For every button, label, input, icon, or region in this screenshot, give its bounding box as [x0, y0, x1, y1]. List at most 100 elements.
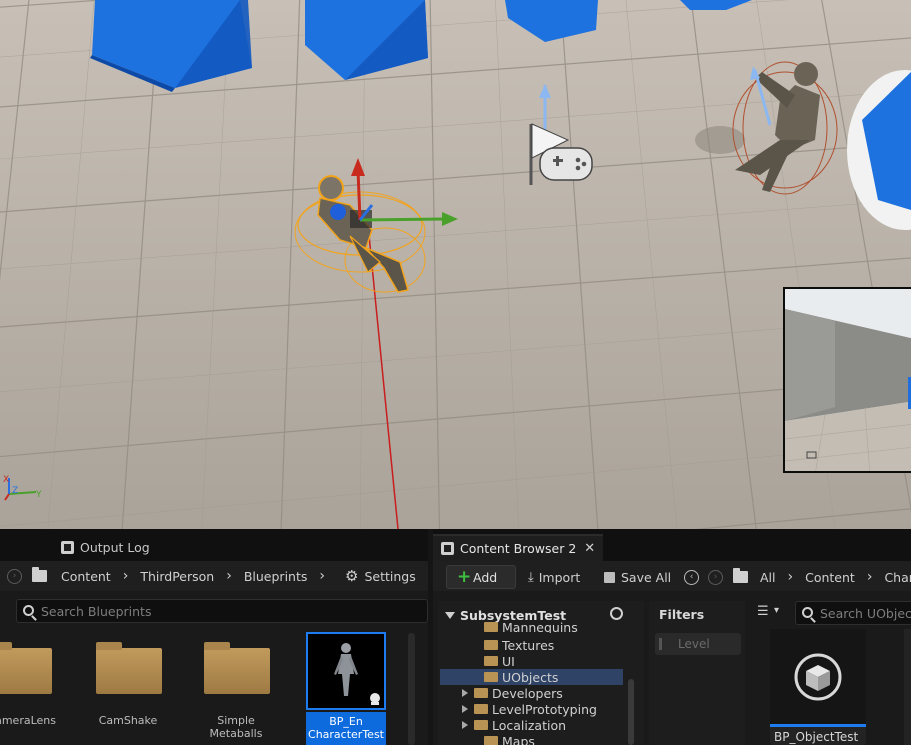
- folder-icon: [484, 736, 498, 745]
- search-placeholder: Search Blueprints: [41, 603, 152, 619]
- asset-label: Simple Metaballs: [209, 714, 263, 740]
- tab-content-browser-2[interactable]: Content Browser 2 ✕: [433, 534, 604, 561]
- tree-item-label: UObjects: [502, 669, 559, 685]
- tree-item[interactable]: LevelPrototyping: [462, 701, 597, 717]
- object-cube-icon: [794, 653, 842, 701]
- close-icon[interactable]: ✕: [584, 541, 595, 556]
- forward-icon[interactable]: ›: [7, 568, 22, 584]
- folder-icon: [474, 704, 488, 714]
- breadcrumb-content[interactable]: Content: [805, 570, 855, 585]
- axis-x-label: X: [3, 475, 9, 485]
- search-blueprints-input[interactable]: Search Blueprints: [16, 599, 428, 623]
- scene-render[interactable]: X Y Z: [0, 0, 911, 529]
- search-icon[interactable]: [610, 607, 623, 620]
- expand-arrow-icon[interactable]: [462, 689, 468, 697]
- tree-scrollbar[interactable]: [628, 679, 634, 745]
- editor-window: X Y Z Output Log › Content › ThirdPerson…: [0, 0, 911, 745]
- asset-label: ameraLens: [0, 714, 56, 727]
- axis-z-label: Z: [12, 486, 18, 496]
- folder-thumb: [196, 632, 276, 710]
- asset-tile-selected[interactable]: BP_En CharacterTest: [306, 632, 386, 745]
- tree-item-label: Developers: [492, 685, 563, 701]
- expand-arrow-icon[interactable]: [462, 721, 468, 729]
- folder-icon[interactable]: [32, 567, 47, 582]
- chevron-right-icon[interactable]: ›: [226, 568, 232, 584]
- asset-label: BP_ObjectTest: [774, 730, 859, 744]
- chevron-right-icon[interactable]: ›: [867, 569, 873, 585]
- tree-item-label: Mannequins: [502, 621, 578, 633]
- tab-label: Content Browser 2: [460, 541, 577, 556]
- breadcrumb-thirdperson[interactable]: ThirdPerson: [140, 569, 214, 584]
- expand-arrow-icon[interactable]: [462, 705, 468, 713]
- mannequin-icon: [334, 643, 380, 705]
- search-icon: [802, 607, 813, 618]
- settings-button[interactable]: Settings: [364, 569, 415, 584]
- chevron-down-icon[interactable]: ▾: [774, 605, 779, 616]
- import-label: Import: [538, 569, 581, 585]
- chevron-right-icon[interactable]: ›: [319, 568, 325, 584]
- history-nav: ‹ › All › Content › Char: [684, 567, 911, 587]
- search-uobjects-input[interactable]: Search UObjects: [795, 601, 911, 625]
- filters-title: Filters: [659, 607, 705, 622]
- tree-item[interactable]: Localization: [462, 717, 566, 733]
- search-placeholder: Search UObjects: [820, 605, 911, 621]
- filter-chip-label: Level: [678, 637, 710, 651]
- tree-item[interactable]: Mannequins: [484, 621, 578, 633]
- folder-tree: SubsystemTest Mannequins Textures UI UOb…: [438, 601, 644, 745]
- import-icon: ⤓: [528, 569, 534, 585]
- breadcrumb-char[interactable]: Char: [884, 570, 911, 585]
- left-scrollbar[interactable]: [408, 633, 415, 745]
- left-breadcrumb-bar: › Content › ThirdPerson › Blueprints › ⚙…: [0, 561, 428, 591]
- asset-tile[interactable]: Simple Metaballs: [196, 632, 276, 745]
- left-content-browser: Output Log › Content › ThirdPerson › Blu…: [0, 529, 428, 745]
- tree-item[interactable]: Textures: [484, 637, 554, 653]
- gear-icon[interactable]: ⚙: [345, 567, 358, 585]
- tree-item-label: Maps: [502, 733, 535, 745]
- asset-tile[interactable]: CamShake: [88, 632, 168, 745]
- tree-item-label: LevelPrototyping: [492, 701, 597, 717]
- back-icon[interactable]: ‹: [684, 569, 699, 585]
- tree-item[interactable]: Maps: [484, 733, 535, 745]
- asset-type-bar: [770, 724, 866, 727]
- folder-icon: [484, 672, 498, 682]
- folder-icon: [474, 688, 488, 698]
- folder-icon: [484, 622, 498, 632]
- folder-icon: [96, 642, 162, 694]
- filter-icon[interactable]: ☰: [757, 604, 769, 619]
- tab-output-log[interactable]: Output Log: [53, 534, 158, 561]
- search-icon: [23, 605, 34, 616]
- asset-tile[interactable]: ameraLens: [0, 632, 58, 745]
- camera-preview: [783, 287, 911, 473]
- folder-icon[interactable]: [733, 568, 748, 583]
- output-log-icon: [61, 541, 74, 554]
- asset-label: BP_En CharacterTest: [306, 712, 386, 745]
- tree-item[interactable]: Developers: [462, 685, 563, 701]
- folder-icon: [484, 640, 498, 650]
- breadcrumb-content[interactable]: Content: [61, 569, 111, 584]
- folder-icon: [204, 642, 270, 694]
- save-all-button[interactable]: Save All: [604, 567, 671, 587]
- tree-item[interactable]: UI: [484, 653, 515, 669]
- tree-item-label: Textures: [502, 637, 555, 653]
- level-viewport[interactable]: X Y Z: [0, 0, 911, 529]
- add-button[interactable]: Add: [446, 565, 516, 589]
- right-tabbar: Content Browser 2 ✕: [433, 529, 911, 561]
- tree-item-label: UI: [502, 653, 515, 669]
- tree-item-selected[interactable]: UObjects: [440, 669, 623, 685]
- folder-thumb: [88, 632, 168, 710]
- blueprint-thumb: [306, 632, 386, 710]
- left-tabbar: Output Log: [0, 529, 428, 561]
- asset-tile[interactable]: BP_ObjectTest: [770, 629, 866, 745]
- content-browser-icon: [441, 542, 454, 555]
- breadcrumb-blueprints[interactable]: Blueprints: [244, 569, 308, 584]
- chevron-right-icon[interactable]: ›: [788, 569, 794, 585]
- chevron-right-icon[interactable]: ›: [123, 568, 129, 584]
- tab-label: Output Log: [80, 540, 150, 555]
- filters-panel: Filters Level: [649, 601, 745, 745]
- left-search-row: Search Blueprints: [0, 591, 428, 631]
- filter-chip-level[interactable]: Level: [655, 633, 741, 655]
- forward-icon[interactable]: ›: [708, 569, 723, 585]
- bottom-panels: Output Log › Content › ThirdPerson › Blu…: [0, 529, 911, 745]
- import-button[interactable]: ⤓ Import: [528, 567, 580, 587]
- breadcrumb-all[interactable]: All: [760, 570, 776, 585]
